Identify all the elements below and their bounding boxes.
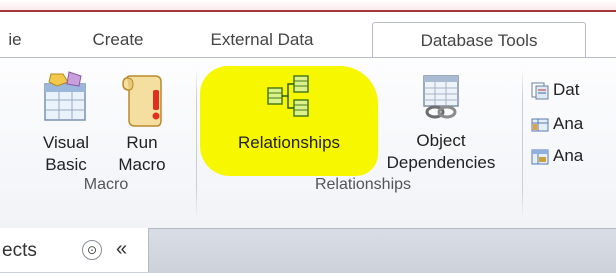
object-dependencies-button[interactable]: Object Dependencies <box>368 74 514 174</box>
tab-create[interactable]: Create <box>86 22 150 58</box>
group-separator-2 <box>522 68 523 218</box>
analyze-table-label: Ana <box>553 146 584 165</box>
database-documenter-button[interactable]: Dat <box>530 78 579 102</box>
visual-basic-label-2: Basic <box>45 155 87 174</box>
ribbon-tab-row: ie Create External Data Database Tools <box>0 12 616 60</box>
relationships-label: Relationships <box>237 133 341 152</box>
documenter-icon <box>531 82 549 100</box>
analyze-table-button[interactable]: Ana <box>530 144 583 168</box>
run-macro-button[interactable]: Run Macro <box>110 70 174 176</box>
navigation-pane-header: ects ⊙ « <box>0 228 149 272</box>
analyze-performance-button[interactable]: Ana <box>530 112 583 136</box>
object-dependencies-icon <box>423 75 459 119</box>
object-dependencies-label-1: Object <box>416 131 466 150</box>
run-macro-icon <box>122 75 162 127</box>
tab-database-tools[interactable]: Database Tools <box>372 22 586 60</box>
visual-basic-button[interactable]: Visual Basic <box>30 70 102 176</box>
visual-basic-icon <box>44 71 86 121</box>
title-bar <box>0 0 616 12</box>
documenter-label: Dat <box>553 80 580 99</box>
nav-pane-dropdown-icon[interactable]: ⊙ <box>82 240 102 260</box>
nav-pane-collapse-icon[interactable]: « <box>116 238 127 261</box>
relationships-icon <box>267 75 309 117</box>
relationships-group-label: Relationships <box>314 176 412 193</box>
run-macro-label-1: Run <box>126 133 158 152</box>
group-separator <box>196 68 197 218</box>
visual-basic-label-1: Visual <box>43 133 89 152</box>
macro-group-label: Macro <box>83 176 129 193</box>
relationships-button[interactable]: Relationships <box>208 74 370 154</box>
analyze-performance-label: Ana <box>553 114 584 133</box>
tab-external-data[interactable]: External Data <box>196 22 328 58</box>
navigation-pane-title: ects <box>2 240 37 261</box>
run-macro-label-2: Macro <box>118 155 166 174</box>
object-dependencies-label-2: Dependencies <box>386 153 496 172</box>
analyze-performance-icon <box>531 118 549 132</box>
tab-home-partial[interactable]: ie <box>0 22 30 58</box>
analyze-table-icon <box>531 149 549 165</box>
